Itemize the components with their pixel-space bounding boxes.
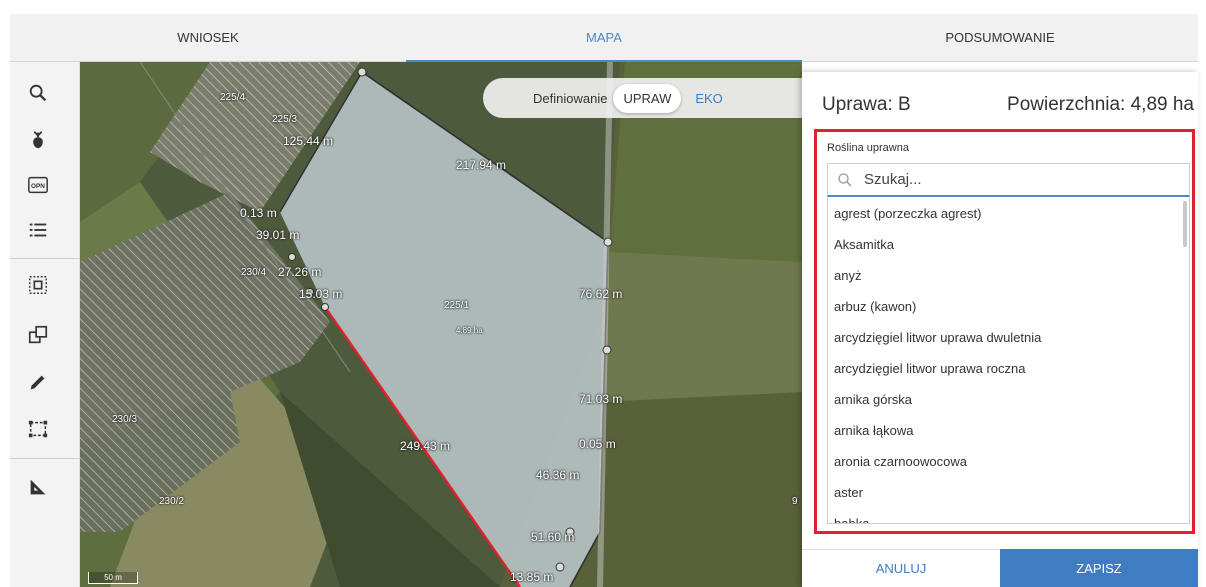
list-item[interactable]: Aksamitka (828, 229, 1189, 260)
parcel-label: 225/1 (444, 300, 470, 311)
top-tab-bar: WNIOSEK MAPA PODSUMOWANIE (10, 14, 1198, 62)
mode-label: Definiowanie (533, 90, 608, 106)
crop-field-highlight: Roślina uprawna agrest (porzeczka agrest… (814, 129, 1195, 534)
satellite-map (80, 62, 802, 587)
mode-upraw-button[interactable]: UPRAW (613, 83, 682, 113)
measure-label: 0.13 m (240, 206, 277, 220)
panel-header: Uprawa: B Powierzchnia: 4,89 ha (822, 94, 1194, 116)
mode-eko-button[interactable]: EKO (695, 91, 722, 106)
list-item[interactable]: babka (828, 508, 1189, 523)
list-item[interactable]: agrest (porzeczka agrest) (828, 198, 1189, 229)
measure-label: 125.44 m (283, 134, 334, 148)
measure-label: 27.26 m (278, 265, 322, 279)
list-item[interactable]: arcydzięgiel litwor uprawa roczna (828, 353, 1189, 384)
tab-wniosek[interactable]: WNIOSEK (10, 14, 406, 61)
parcel-area-label: 4.89 ha (456, 326, 483, 335)
crop-panel: Uprawa: B Powierzchnia: 4,89 ha Roślina … (802, 72, 1198, 587)
parcel-label: 230/3 (112, 414, 138, 425)
cancel-button[interactable]: ANULUJ (802, 549, 1000, 587)
plant-icon[interactable] (23, 125, 53, 155)
measure-icon[interactable] (23, 472, 53, 502)
mode-switch: Definiowanie UPRAW EKO (483, 78, 802, 118)
measure-label: 13.85 m (510, 570, 554, 584)
parcel-label: 230/4 (241, 267, 267, 278)
list-item[interactable]: arcydzięgiel litwor uprawa dwuletnia (828, 322, 1189, 353)
search-icon[interactable] (23, 78, 53, 108)
list-item[interactable]: arnika górska (828, 384, 1189, 415)
measure-label: 46.36 m (536, 468, 580, 482)
list-item[interactable]: arnika łąkowa (828, 415, 1189, 446)
save-button[interactable]: ZAPISZ (1000, 549, 1198, 587)
measure-label: 71.03 m (579, 392, 623, 406)
selection-rect-icon[interactable] (23, 414, 53, 444)
crop-search[interactable] (827, 163, 1190, 197)
parcel-label: 225/4 (220, 92, 246, 103)
copy-shapes-icon[interactable] (23, 320, 53, 350)
panel-footer: ANULUJ ZAPISZ (802, 549, 1198, 587)
list-item[interactable]: aster (828, 477, 1189, 508)
measure-label: 39.01 m (256, 228, 300, 242)
tab-podsumowanie[interactable]: PODSUMOWANIE (802, 14, 1198, 61)
search-icon (838, 172, 852, 187)
search-input[interactable] (864, 171, 1164, 188)
measure-label: 51.60 m (531, 530, 575, 544)
measure-label: 15.03 m (299, 287, 343, 301)
field-label: Roślina uprawna (827, 142, 909, 154)
crop-options-list[interactable]: agrest (porzeczka agrest) Aksamitka anyż… (827, 198, 1190, 524)
list-item[interactable]: anyż (828, 260, 1189, 291)
svg-text:OPN: OPN (31, 183, 45, 190)
scale-bar: 50 m (88, 572, 138, 584)
list-item[interactable]: arbuz (kawon) (828, 291, 1189, 322)
opn-icon[interactable]: OPN (23, 170, 53, 200)
measure-label: 0.05 m (579, 437, 616, 451)
measure-label: 76.62 m (579, 287, 623, 301)
left-toolbar: OPN (10, 62, 80, 587)
parcel-label: 230/2 (159, 496, 185, 507)
tab-mapa[interactable]: MAPA (406, 14, 802, 62)
measure-label: 217.94 m (456, 158, 507, 172)
panel-title: Uprawa: B (822, 94, 911, 115)
list-item[interactable]: aronia czarnoowocowa (828, 446, 1189, 477)
list-scrollbar[interactable] (1183, 201, 1187, 247)
edge-label: 9 (792, 496, 798, 507)
pencil-icon[interactable] (23, 367, 53, 397)
select-area-icon[interactable] (23, 270, 53, 300)
measure-label: 249.43 m (400, 439, 451, 453)
map-view[interactable]: 225/4 225/3 230/4 225/1 230/3 230/2 4.89… (80, 62, 802, 587)
parcel-label: 225/3 (272, 114, 298, 125)
panel-area: Powierzchnia: 4,89 ha (1007, 94, 1194, 115)
list-icon[interactable] (23, 215, 53, 245)
